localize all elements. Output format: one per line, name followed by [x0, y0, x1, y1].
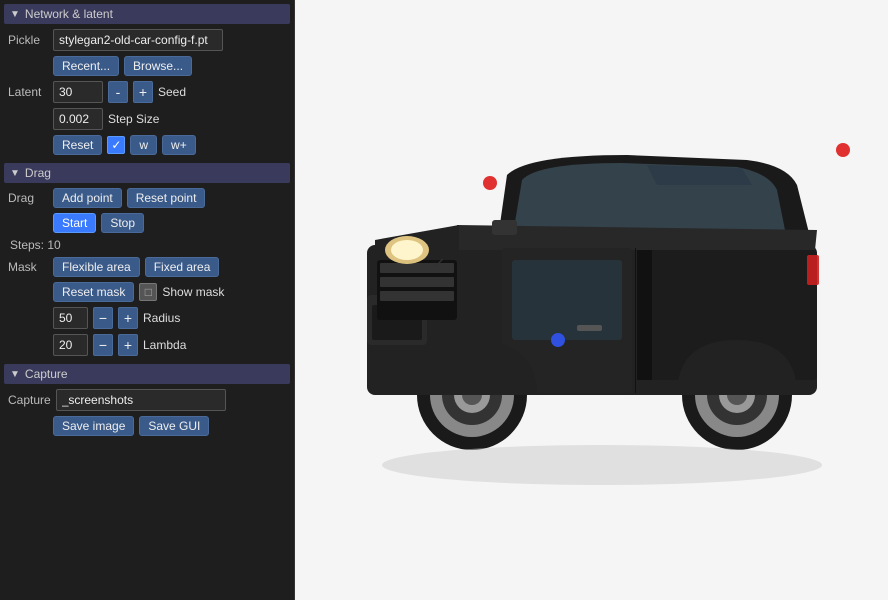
steps-text: Steps: 10 — [4, 238, 290, 252]
capture-section-content: Capture Save image Save GUI — [4, 389, 290, 436]
step-size-input[interactable] — [53, 108, 103, 130]
latent-minus-button[interactable]: - — [108, 81, 128, 103]
latent-input[interactable] — [53, 81, 103, 103]
save-image-button[interactable]: Save image — [53, 416, 134, 436]
browse-button[interactable]: Browse... — [124, 56, 192, 76]
radius-plus-button[interactable]: + — [118, 307, 138, 329]
mask-areas-row: Mask Flexible area Fixed area — [4, 257, 290, 277]
pickle-label: Pickle — [8, 33, 48, 47]
reset-button[interactable]: Reset — [53, 135, 102, 155]
radius-input[interactable] — [53, 307, 88, 329]
show-mask-checkbox[interactable]: □ — [139, 283, 157, 301]
reset-row: Reset ✓ w w+ — [4, 135, 290, 155]
start-stop-row: Start Stop — [4, 213, 290, 233]
step-size-label: Step Size — [108, 112, 159, 126]
lambda-row: − + Lambda — [4, 334, 290, 356]
w-checkbox[interactable]: ✓ — [107, 136, 125, 154]
drag-point-red-2[interactable] — [836, 143, 850, 157]
add-reset-point-row: Drag Add point Reset point — [4, 188, 290, 208]
radius-label: Radius — [143, 311, 180, 325]
lambda-label: Lambda — [143, 338, 186, 352]
add-point-button[interactable]: Add point — [53, 188, 122, 208]
latent-row: Latent - + Seed — [4, 81, 290, 103]
capture-row-label: Capture — [8, 393, 51, 407]
save-gui-button[interactable]: Save GUI — [139, 416, 209, 436]
mask-controls-row: Reset mask □ Show mask — [4, 282, 290, 302]
capture-section-header[interactable]: ▼ Capture — [4, 364, 290, 384]
pickle-input[interactable] — [53, 29, 223, 51]
left-panel: ▼ Network & latent Pickle Recent... Brow… — [0, 0, 295, 600]
lambda-input[interactable] — [53, 334, 88, 356]
drag-section-header[interactable]: ▼ Drag — [4, 163, 290, 183]
mask-label: Mask — [8, 260, 48, 274]
capture-arrow-icon: ▼ — [10, 369, 20, 380]
start-button[interactable]: Start — [53, 213, 96, 233]
wplus-button[interactable]: w+ — [162, 135, 196, 155]
drag-section-label: Drag — [25, 166, 51, 180]
pickle-buttons-row: Recent... Browse... — [4, 56, 290, 76]
lambda-plus-button[interactable]: + — [118, 334, 138, 356]
truck-image — [307, 85, 877, 515]
network-arrow-icon: ▼ — [10, 9, 20, 20]
reset-mask-button[interactable]: Reset mask — [53, 282, 134, 302]
latent-label: Latent — [8, 85, 48, 99]
radius-row: − + Radius — [4, 307, 290, 329]
drag-arrow-icon: ▼ — [10, 168, 20, 179]
latent-plus-button[interactable]: + — [133, 81, 153, 103]
reset-point-button[interactable]: Reset point — [127, 188, 206, 208]
drag-section-content: Drag Add point Reset point Start Stop St… — [4, 188, 290, 356]
w-button[interactable]: w — [130, 135, 157, 155]
lambda-minus-button[interactable]: − — [93, 334, 113, 356]
step-size-row: Step Size — [4, 108, 290, 130]
save-buttons-row: Save image Save GUI — [4, 416, 290, 436]
flexible-area-button[interactable]: Flexible area — [53, 257, 140, 277]
show-mask-label: Show mask — [162, 285, 224, 299]
fixed-area-button[interactable]: Fixed area — [145, 257, 220, 277]
capture-path-input[interactable] — [56, 389, 226, 411]
network-section-content: Pickle Recent... Browse... Latent - + Se… — [4, 29, 290, 155]
network-section-label: Network & latent — [25, 7, 113, 21]
capture-section-label: Capture — [25, 367, 68, 381]
radius-minus-button[interactable]: − — [93, 307, 113, 329]
capture-path-row: Capture — [4, 389, 290, 411]
recent-button[interactable]: Recent... — [53, 56, 119, 76]
drag-point-red-1[interactable] — [483, 176, 497, 190]
drag-row-label: Drag — [8, 191, 48, 205]
stop-button[interactable]: Stop — [101, 213, 144, 233]
seed-label: Seed — [158, 85, 186, 99]
truck-image-container[interactable]: ↙ — [295, 0, 888, 600]
network-section-header[interactable]: ▼ Network & latent — [4, 4, 290, 24]
image-area[interactable]: ↙ — [295, 0, 888, 600]
drag-point-blue-1[interactable] — [551, 333, 565, 347]
pickle-row: Pickle — [4, 29, 290, 51]
